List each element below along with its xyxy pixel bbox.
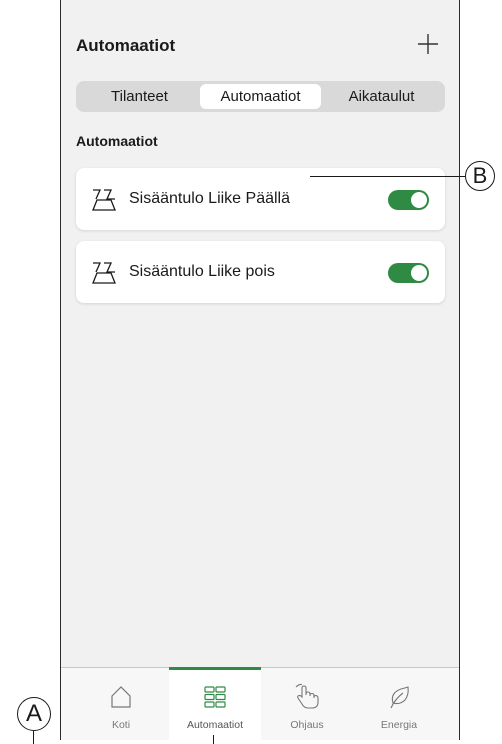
callout-line-tab [213,735,215,744]
tab-label: Koti [111,719,131,731]
callout-line-a [33,731,35,744]
tab-energia[interactable]: Energia [353,668,445,740]
tab-koti[interactable]: Koti [75,668,167,740]
app-screen: Automaatiot Tilanteet Automaatiot Aikata… [60,0,460,740]
automation-label: Sisääntulo Liike pois [129,263,275,280]
toggle-knob [411,192,427,208]
tab-aikataulut[interactable]: Aikataulut [321,84,442,109]
toggle-knob [411,265,427,281]
active-tab-indicator [169,667,261,670]
tab-label: Automaatiot [186,719,244,731]
motion-sensor-icon [92,262,116,284]
automation-card[interactable]: Sisääntulo Liike pois [76,241,445,303]
add-automation-button[interactable] [416,32,440,56]
page-title: Automaatiot [76,36,176,55]
tab-label: Energia [380,719,418,731]
motion-sensor-icon [92,189,116,211]
home-icon [111,686,131,708]
tab-automaatiot-nav[interactable]: Automaatiot [169,667,261,740]
leaf-icon [390,686,409,709]
tab-tilanteet[interactable]: Tilanteet [79,84,200,109]
tab-automaatiot[interactable]: Automaatiot [200,84,321,109]
callout-a: A [17,697,51,731]
section-title: Automaatiot [76,133,158,149]
plus-icon [418,34,438,54]
grid-icon [204,686,226,708]
automation-toggle[interactable] [388,263,429,283]
callout-line-b [310,176,465,178]
callout-b: B [465,161,495,191]
segmented-control: Tilanteet Automaatiot Aikataulut [76,81,445,112]
hand-swipe-icon [295,683,319,709]
tab-label: Ohjaus [290,719,324,731]
tab-ohjaus[interactable]: Ohjaus [261,668,353,740]
bottom-tab-bar: Koti Automaatiot Ohjaus Energia [61,667,459,740]
automation-label: Sisääntulo Liike Päällä [129,190,290,207]
automation-toggle[interactable] [388,190,429,210]
